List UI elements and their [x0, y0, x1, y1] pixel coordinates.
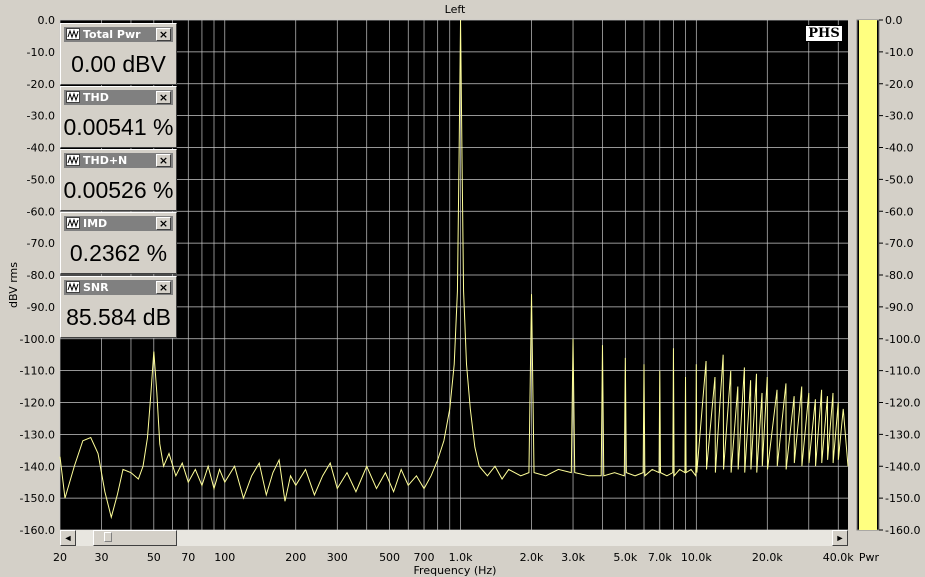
y-tick-label: -100.0 [20, 333, 55, 346]
meter-label: Pwr [859, 551, 880, 564]
readout-titlebar[interactable]: Total Pwr × [64, 27, 173, 42]
power-meter: 0.0 -10.0 -20.0 -30.0 -40.0 -50.0 -60.0 -70.0 -8… [856, 14, 920, 564]
readout-value: 0.00541 % [63, 114, 174, 140]
frequency-scrollbar[interactable]: ◄ ► [60, 530, 848, 546]
chart-title: Left [445, 3, 466, 16]
x-axis: 20 30 50 70 100 200 300 500 700 1.0k 2.0k 3.0k 5.0k 7… [53, 551, 854, 564]
meter-tick-label: -70.0 [885, 237, 913, 250]
scroll-thumb-grip [104, 532, 112, 542]
readout-panel[interactable]: THD × 0.00541 % [60, 86, 177, 148]
readout-titlebar[interactable]: THD+N × [64, 153, 173, 168]
waveform-icon [66, 217, 80, 229]
meter-tick-label: -10.0 [885, 46, 913, 59]
waveform-icon [66, 28, 80, 40]
close-icon[interactable]: × [156, 217, 171, 230]
meter-tick-label: -160.0 [885, 524, 920, 537]
close-icon[interactable]: × [156, 281, 171, 294]
meter-tick-label: -130.0 [885, 428, 920, 441]
x-tick-label: 70 [181, 551, 195, 564]
readout-titlebar[interactable]: THD × [64, 90, 173, 105]
readout-title: THD [83, 91, 109, 104]
y-tick-label: -60.0 [27, 205, 55, 218]
x-tick-label: 40.0k [823, 551, 854, 564]
scroll-left-button[interactable]: ◄ [60, 530, 76, 546]
y-tick-label: -130.0 [20, 428, 55, 441]
readout-title: SNR [83, 281, 109, 294]
meter-tick-label: -140.0 [885, 460, 920, 473]
x-tick-label: 1.0k [449, 551, 473, 564]
readout-value: 0.2362 % [69, 240, 168, 266]
x-tick-label: 700 [414, 551, 435, 564]
readout-panel[interactable]: SNR × 85.584 dB [60, 276, 177, 338]
y-tick-label: -40.0 [27, 142, 55, 155]
y-tick-label: -110.0 [20, 365, 55, 378]
close-icon[interactable]: × [156, 154, 171, 167]
x-tick-label: 3.0k [561, 551, 585, 564]
readout-value: 0.00526 % [63, 177, 174, 203]
y-tick-label: -20.0 [27, 78, 55, 91]
readout-title: Total Pwr [83, 28, 141, 41]
close-icon[interactable]: × [156, 91, 171, 104]
y-tick-label: -160.0 [20, 524, 55, 537]
y-tick-label: -120.0 [20, 397, 55, 410]
y-tick-label: -30.0 [27, 110, 55, 123]
x-tick-label: 20.0k [752, 551, 783, 564]
readout-value: 85.584 dB [66, 304, 171, 330]
x-tick-label: 200 [285, 551, 306, 564]
x-tick-label: 30 [95, 551, 109, 564]
y-tick-label: 0.0 [38, 14, 56, 27]
x-axis-label: Frequency (Hz) [414, 564, 497, 577]
meter-tick-label: -90.0 [885, 301, 913, 314]
meter-tick-label: -80.0 [885, 269, 913, 282]
meter-tick-label: -100.0 [885, 333, 920, 346]
y-tick-label: -140.0 [20, 460, 55, 473]
waveform-icon [66, 91, 80, 103]
close-icon[interactable]: × [156, 28, 171, 41]
phs-logo: PHS [805, 25, 843, 42]
meter-fill [859, 20, 877, 530]
y-tick-label: -150.0 [20, 492, 55, 505]
waveform-icon [66, 281, 80, 293]
meter-tick-label: -50.0 [885, 173, 913, 186]
meter-tick-label: -20.0 [885, 78, 913, 91]
y-axis-label: dBV rms [7, 262, 20, 308]
readout-panel[interactable]: Total Pwr×0.00 dBV rms [60, 23, 177, 115]
x-tick-label: 300 [327, 551, 348, 564]
y-tick-label: -50.0 [27, 173, 55, 186]
waveform-icon [66, 154, 80, 166]
readout-titlebar[interactable]: IMD × [64, 216, 173, 231]
readout-title: IMD [83, 217, 108, 230]
readout-panel[interactable]: THD+N × 0.00526 % [60, 149, 177, 211]
y-tick-label: -90.0 [27, 301, 55, 314]
meter-tick-label: -120.0 [885, 397, 920, 410]
meter-tick-label: -60.0 [885, 205, 913, 218]
meter-tick-label: -40.0 [885, 142, 913, 155]
readout-titlebar[interactable]: SNR × [64, 280, 173, 295]
x-tick-label: 100 [214, 551, 235, 564]
y-tick-label: -10.0 [27, 46, 55, 59]
y-axis: 0.0 -10.0 -20.0 -30.0 -40.0 -50.0 -60.0 -70.0 -8… [20, 14, 55, 537]
meter-tick-label: -30.0 [885, 110, 913, 123]
x-tick-label: 5.0k [613, 551, 637, 564]
x-tick-label: 2.0k [520, 551, 544, 564]
x-tick-label: 50 [147, 551, 161, 564]
x-tick-label: 7.0k [648, 551, 672, 564]
x-tick-label: 20 [53, 551, 67, 564]
readout-title: THD+N [83, 154, 128, 167]
x-tick-label: 500 [379, 551, 400, 564]
scroll-right-button[interactable]: ► [832, 530, 848, 546]
y-tick-label: -80.0 [27, 269, 55, 282]
readout-panel[interactable]: IMD × 0.2362 % [60, 212, 177, 274]
y-tick-label: -70.0 [27, 237, 55, 250]
meter-tick-label: -150.0 [885, 492, 920, 505]
x-tick-label: 10.0k [681, 551, 712, 564]
meter-tick-label: -110.0 [885, 365, 920, 378]
meter-tick-label: 0.0 [885, 14, 903, 27]
